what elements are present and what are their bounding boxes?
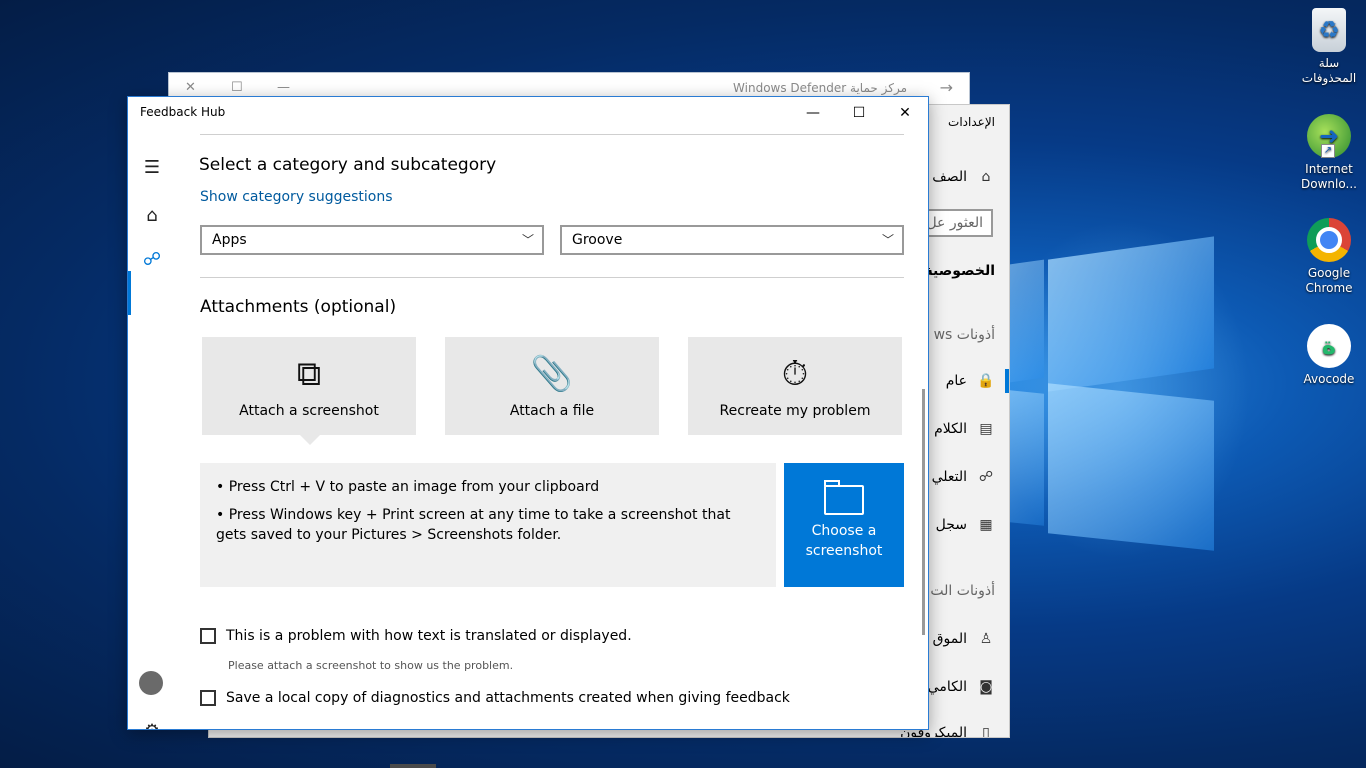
divider	[200, 277, 904, 278]
desktop-icon-label: سلة المحذوفات	[1301, 56, 1357, 85]
back-arrow-icon[interactable]: →	[940, 78, 953, 97]
idm-icon: ➜ ↗	[1307, 114, 1351, 158]
desktop-icon-idm[interactable]: ➜ ↗ Internet Downlo...	[1294, 114, 1364, 192]
screenshot-icon: ⧉	[296, 354, 322, 394]
attach-file-tile[interactable]: 📎 Attach a file	[445, 337, 659, 435]
translation-problem-checkbox[interactable]: This is a problem with how text is trans…	[200, 628, 632, 644]
feedback-icon[interactable]: ☍	[128, 239, 176, 279]
window-title: مركز حماية Windows Defender	[733, 81, 907, 95]
screenshot-tips-panel: • Press Ctrl + V to paste an image from …	[200, 463, 776, 587]
feedback-icon: ☍	[978, 469, 994, 485]
stopwatch-icon: ⏱	[781, 354, 809, 394]
chrome-icon	[1307, 218, 1351, 262]
microphone-icon: ▯	[982, 725, 990, 738]
tile-label: Attach a file	[509, 403, 595, 419]
taskbar-edge	[390, 764, 436, 768]
settings-item[interactable]: ▦ سجل	[936, 517, 995, 533]
paperclip-icon: 📎	[530, 354, 574, 394]
attachments-heading: Attachments (optional)	[200, 297, 397, 317]
close-icon[interactable]: ✕	[185, 80, 196, 95]
chevron-down-icon: ﹀	[521, 233, 534, 247]
hamburger-menu-icon[interactable]: ☰	[128, 147, 176, 187]
shortcut-arrow-icon: ↗	[1321, 144, 1335, 158]
title-bar[interactable]: Feedback Hub — ☐ ✕	[128, 97, 928, 129]
category-dropdown[interactable]: Apps ﹀	[200, 225, 544, 255]
checkbox-box[interactable]	[200, 690, 216, 706]
settings-item[interactable]: ♙ الموق	[933, 631, 995, 647]
history-icon: ▦	[979, 517, 993, 533]
checkbox-hint: Please attach a screenshot to show us th…	[228, 659, 514, 672]
minimize-icon[interactable]: —	[277, 80, 290, 95]
desktop-icon-label: Avocode	[1303, 372, 1355, 386]
tip-text: • Press Windows key + Print screen at an…	[216, 507, 731, 543]
feedback-hub-window[interactable]: Feedback Hub — ☐ ✕ ☰ ⌂ ☍ ⚙ Select a cate…	[127, 96, 929, 730]
settings-home-label: الصف	[932, 169, 967, 185]
home-icon: ⌂	[981, 169, 991, 185]
choose-screenshot-button[interactable]: Choose a screenshot	[784, 463, 904, 587]
settings-privacy-heading: الخصوصية	[924, 263, 995, 279]
settings-item[interactable]: 🔒 عام	[946, 373, 995, 389]
close-button[interactable]: ✕	[882, 97, 928, 129]
category-heading: Select a category and subcategory	[199, 155, 497, 175]
clipboard-icon: ▤	[979, 421, 993, 437]
chevron-down-icon: ﹀	[881, 233, 894, 247]
subcategory-dropdown[interactable]: Groove ﹀	[560, 225, 904, 255]
checkbox-label: Save a local copy of diagnostics and att…	[226, 690, 790, 706]
attach-screenshot-tile[interactable]: ⧉ Attach a screenshot	[202, 337, 416, 445]
settings-item-label: الكلام	[934, 421, 967, 437]
windows-logo-pane	[1010, 390, 1044, 526]
settings-item[interactable]: ☍ التعلي	[932, 469, 995, 485]
checkbox-label: This is a problem with how text is trans…	[226, 628, 632, 644]
avatar[interactable]	[139, 671, 163, 695]
lock-icon: 🔒	[977, 373, 995, 389]
show-category-suggestions-link[interactable]: Show category suggestions	[200, 189, 393, 205]
tile-label: Recreate my problem	[719, 403, 871, 419]
maximize-button[interactable]: ☐	[836, 97, 882, 129]
category-dropdown-value: Apps	[212, 232, 247, 248]
nav-rail: ☰ ⌂ ☍ ⚙	[128, 129, 176, 729]
settings-item-label: سجل	[935, 517, 967, 533]
subcategory-dropdown-value: Groove	[572, 232, 623, 248]
divider	[200, 134, 904, 135]
windows-logo-pane	[1010, 259, 1044, 383]
location-icon: ♙	[979, 631, 993, 647]
settings-home[interactable]: ⌂ الصف	[932, 169, 995, 185]
save-local-copy-checkbox[interactable]: Save a local copy of diagnostics and att…	[200, 690, 790, 706]
camera-icon: ◙	[979, 679, 993, 695]
home-icon[interactable]: ⌂	[128, 195, 176, 235]
maximize-icon[interactable]: ☐	[231, 80, 243, 95]
vertical-scrollbar[interactable]	[922, 389, 925, 635]
recreate-problem-tile[interactable]: ⏱ Recreate my problem	[688, 337, 902, 435]
recycle-bin-icon: ♻	[1312, 8, 1346, 52]
settings-item-label: التعلي	[931, 469, 967, 485]
settings-item-label: الموق	[932, 631, 967, 647]
selection-indicator	[1005, 369, 1009, 393]
window-title: Feedback Hub	[140, 105, 226, 119]
desktop-icon-label: Google Chrome	[1305, 266, 1353, 295]
windows-logo-pane	[1048, 383, 1214, 551]
desktop-icon-chrome[interactable]: Google Chrome	[1294, 218, 1364, 296]
settings-section-heading: أذونات الت	[930, 583, 995, 599]
gear-icon[interactable]: ⚙	[128, 711, 176, 729]
settings-section-heading: أذونات ws	[933, 327, 995, 343]
settings-item-label: الكامي	[927, 679, 967, 695]
tip-text: • Press Ctrl + V to paste an image from …	[216, 479, 600, 495]
folder-icon	[824, 480, 864, 515]
choose-screenshot-label: Choose a screenshot	[805, 523, 883, 559]
tile-label: Attach a screenshot	[239, 403, 379, 419]
checkbox-box[interactable]	[200, 628, 216, 644]
desktop-icon-recycle-bin[interactable]: ♻ سلة المحذوفات	[1294, 8, 1364, 86]
desktop-icon-label: Internet Downlo...	[1301, 162, 1357, 191]
window-title: الإعدادات	[948, 115, 995, 129]
settings-item-label: عام	[945, 373, 967, 389]
settings-item[interactable]: ◙ الكامي	[928, 679, 995, 695]
minimize-button[interactable]: —	[790, 97, 836, 129]
desktop-icon-avocode[interactable]: ة Avocode	[1294, 324, 1364, 387]
avocode-icon: ة	[1307, 324, 1351, 368]
windows-logo-pane	[1048, 236, 1214, 392]
settings-item[interactable]: ▤ الكلام	[934, 421, 995, 437]
